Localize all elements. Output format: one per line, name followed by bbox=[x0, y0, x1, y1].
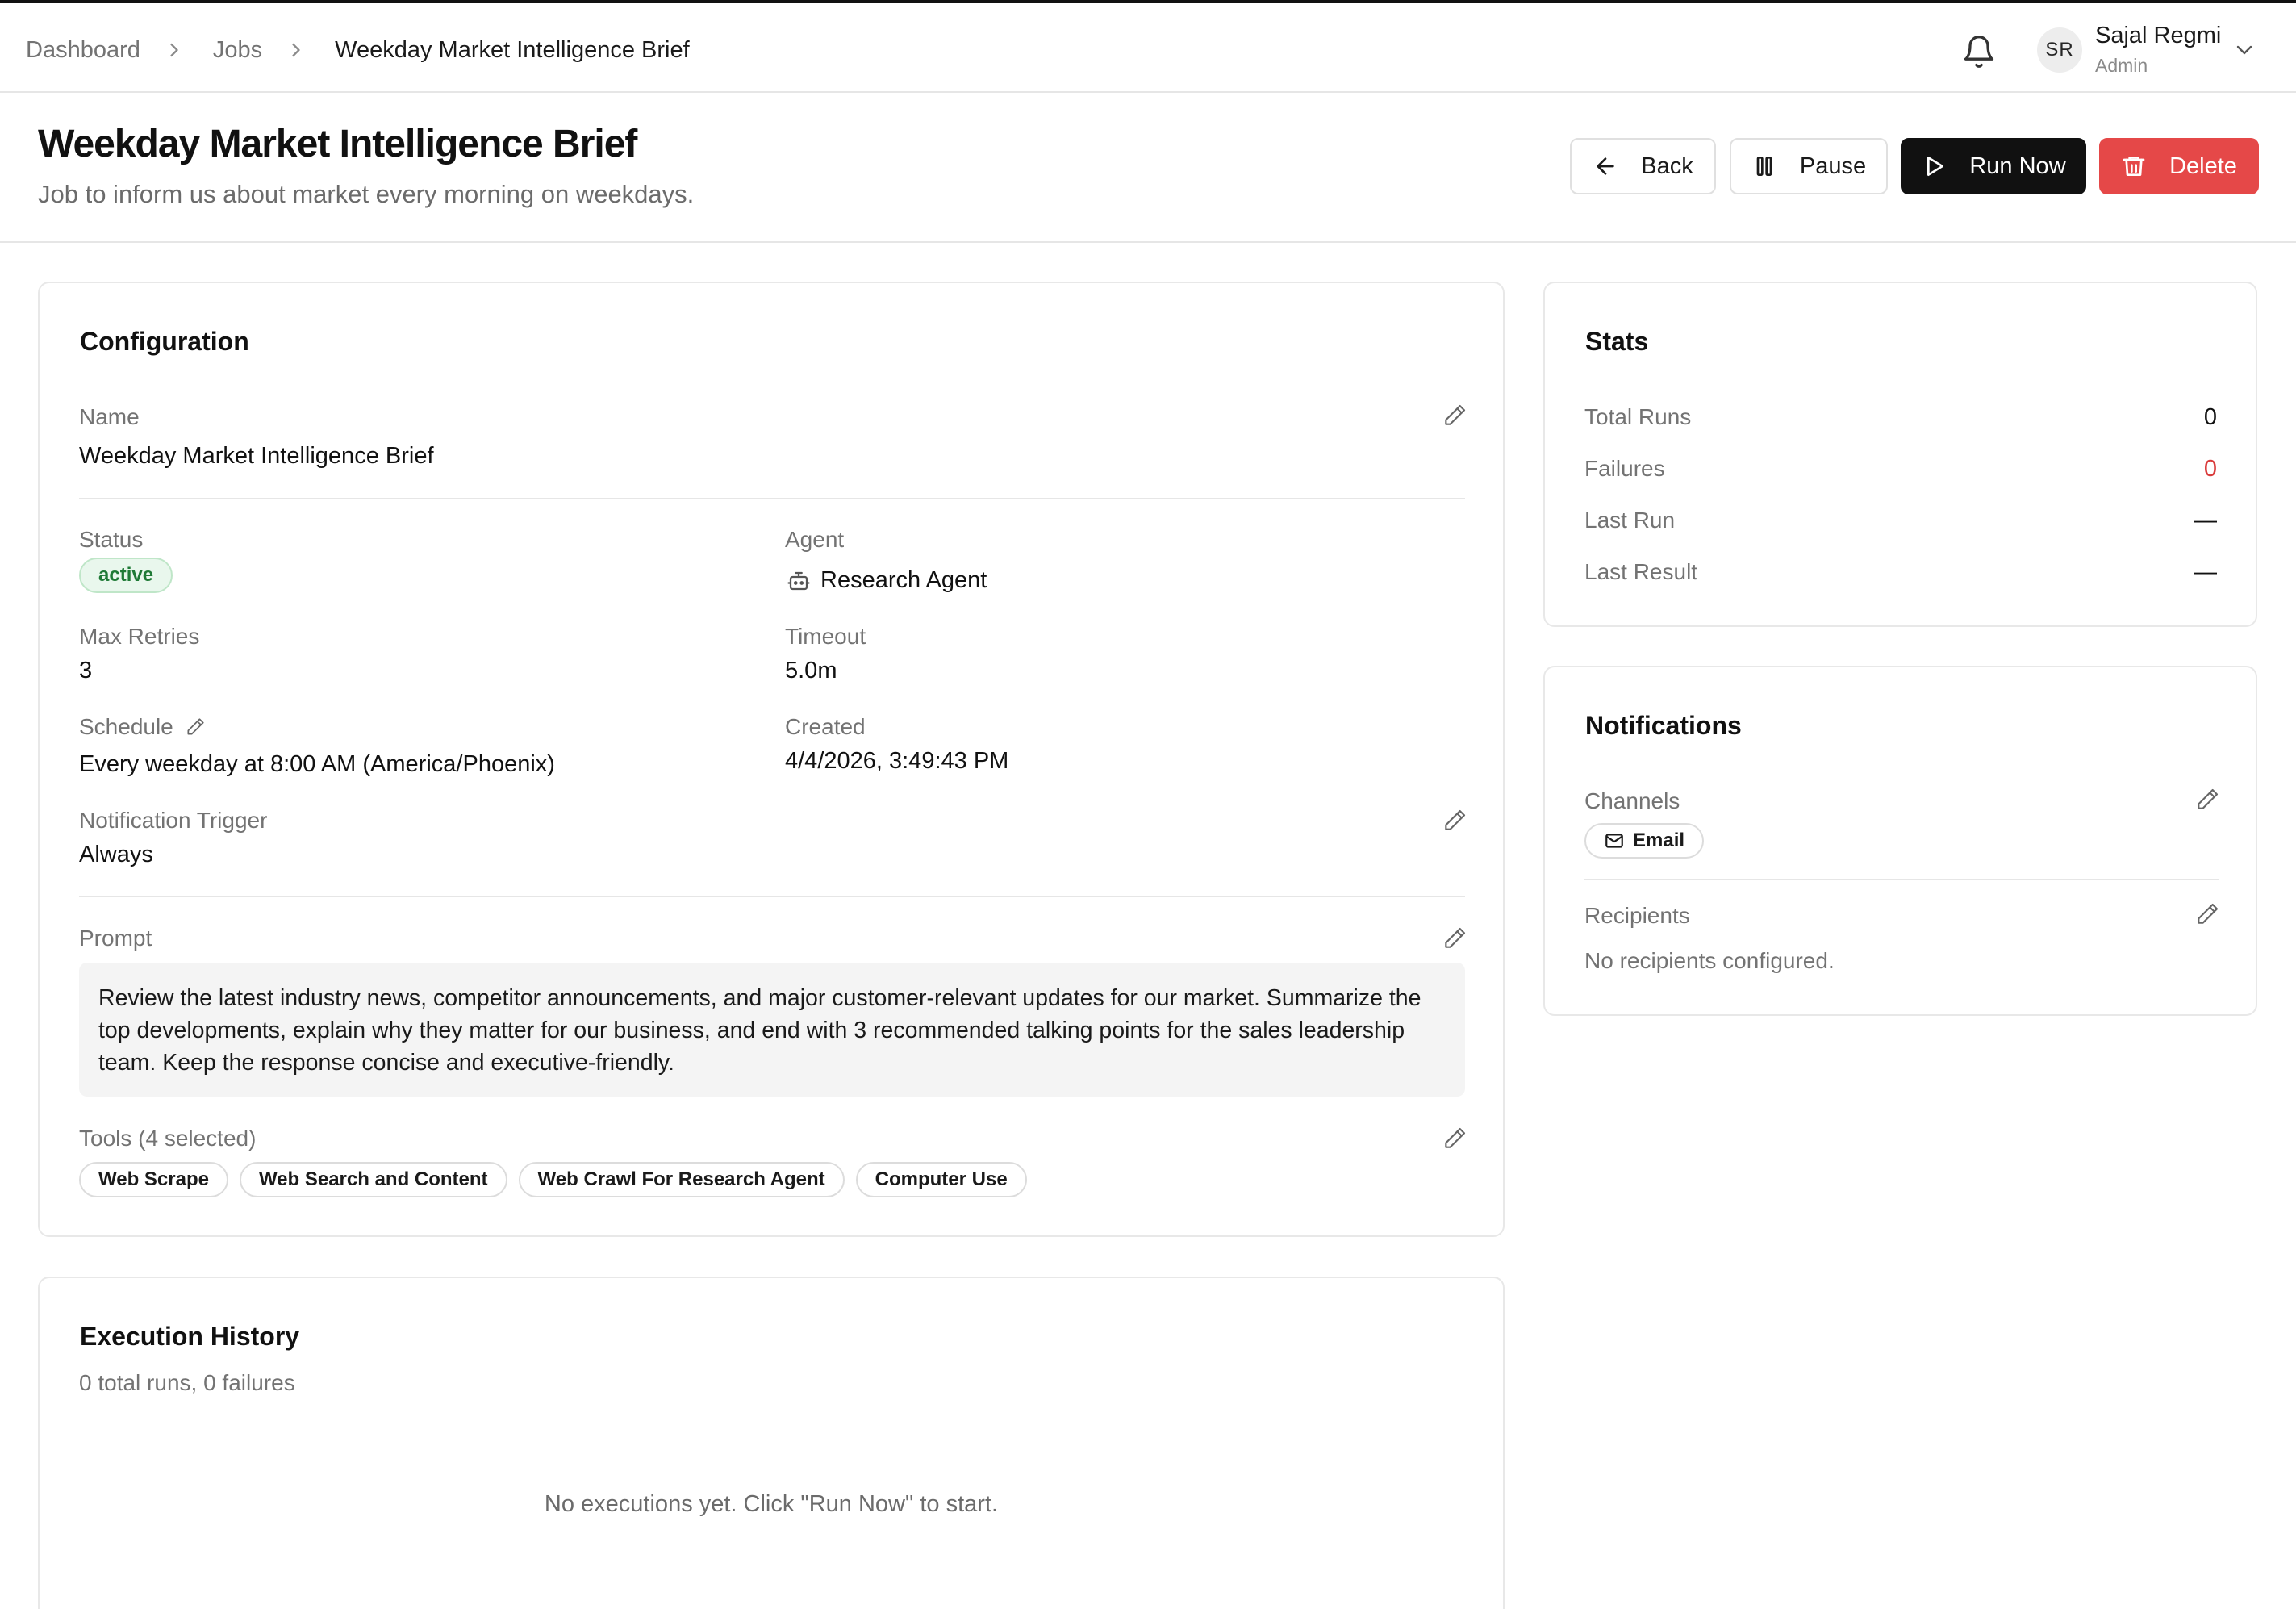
avatar[interactable]: SR bbox=[2037, 27, 2082, 73]
divider bbox=[79, 896, 1465, 897]
notification-trigger-value: Always bbox=[79, 842, 153, 867]
top-bar: Dashboard Jobs Weekday Market Intelligen… bbox=[0, 0, 2296, 93]
back-button[interactable]: Back bbox=[1570, 138, 1716, 194]
pause-icon bbox=[1756, 157, 1772, 176]
stat-failures-label: Failures bbox=[1584, 456, 1665, 481]
trash-icon bbox=[2123, 157, 2145, 176]
stat-last-run-value: — bbox=[2194, 508, 2217, 533]
execution-history-empty: No executions yet. Click "Run Now" to st… bbox=[544, 1491, 999, 1517]
stat-last-run-label: Last Run bbox=[1584, 508, 1676, 533]
mail-icon bbox=[1605, 834, 1623, 848]
name-label: Name bbox=[79, 404, 140, 429]
pause-button[interactable]: Pause bbox=[1730, 138, 1888, 194]
tool-chip: Web Scrape bbox=[79, 1162, 228, 1197]
prompt-label: Prompt bbox=[79, 926, 152, 951]
chevron-right-icon bbox=[163, 39, 186, 61]
delete-button-label: Delete bbox=[2169, 153, 2237, 179]
tools-list: Web Scrape Web Search and Content Web Cr… bbox=[79, 1162, 1038, 1197]
robot-icon bbox=[787, 569, 811, 593]
breadcrumb-jobs[interactable]: Jobs bbox=[213, 32, 262, 68]
tool-chip: Computer Use bbox=[855, 1162, 1027, 1197]
tool-chip: Web Crawl For Research Agent bbox=[518, 1162, 845, 1197]
name-value: Weekday Market Intelligence Brief bbox=[79, 443, 434, 469]
created-label: Created bbox=[785, 714, 866, 739]
status-badge: active bbox=[79, 558, 173, 593]
page-header: Weekday Market Intelligence Brief Job to… bbox=[0, 93, 2296, 243]
bell-icon[interactable] bbox=[1961, 34, 1997, 69]
agent-label: Agent bbox=[785, 527, 845, 552]
created-value: 4/4/2026, 3:49:43 PM bbox=[785, 748, 1009, 774]
tool-chip: Web Search and Content bbox=[239, 1162, 507, 1197]
stats-card: Stats Total Runs 0 Failures 0 Last Run —… bbox=[1543, 282, 2257, 627]
delete-button[interactable]: Delete bbox=[2099, 138, 2259, 194]
execution-history-summary: 0 total runs, 0 failures bbox=[79, 1370, 295, 1395]
edit-recipients-pencil-icon[interactable] bbox=[2194, 901, 2220, 927]
play-icon bbox=[1927, 157, 1944, 176]
edit-tools-pencil-icon[interactable] bbox=[1442, 1126, 1467, 1151]
arrow-left-icon bbox=[1597, 157, 1614, 175]
execution-history-title: Execution History bbox=[80, 1322, 300, 1351]
max-retries-value: 3 bbox=[79, 658, 93, 683]
configuration-title: Configuration bbox=[80, 327, 249, 356]
edit-prompt-pencil-icon[interactable] bbox=[1442, 926, 1467, 951]
stat-total-runs-value: 0 bbox=[2203, 404, 2217, 430]
prompt-text: Review the latest industry news, competi… bbox=[79, 963, 1465, 1097]
page-title: Weekday Market Intelligence Brief bbox=[38, 123, 637, 165]
schedule-label: Schedule bbox=[79, 714, 173, 739]
timeout-label: Timeout bbox=[785, 624, 866, 649]
notifications-title: Notifications bbox=[1585, 711, 1742, 740]
stat-last-result-value: — bbox=[2194, 559, 2217, 585]
notifications-card: Notifications Channels Email Recipients … bbox=[1543, 666, 2257, 1016]
timeout-value: 5.0m bbox=[785, 658, 837, 683]
channel-chip-label: Email bbox=[1633, 830, 1685, 851]
user-name[interactable]: Sajal Regmi bbox=[2095, 23, 2221, 49]
schedule-value: Every weekday at 8:00 AM (America/Phoeni… bbox=[79, 751, 555, 777]
notification-trigger-label: Notification Trigger bbox=[79, 808, 268, 833]
chevron-down-icon[interactable] bbox=[2231, 37, 2257, 63]
stats-title: Stats bbox=[1585, 327, 1649, 356]
edit-schedule-pencil-icon[interactable] bbox=[185, 717, 206, 738]
recipients-value: No recipients configured. bbox=[1584, 948, 1835, 973]
stat-failures-value: 0 bbox=[2203, 456, 2217, 482]
chevron-right-icon bbox=[285, 39, 307, 61]
edit-trigger-pencil-icon[interactable] bbox=[1442, 808, 1467, 834]
status-label: Status bbox=[79, 527, 144, 552]
breadcrumb-current: Weekday Market Intelligence Brief bbox=[335, 37, 690, 63]
breadcrumb-dashboard[interactable]: Dashboard bbox=[26, 32, 140, 68]
run-now-button[interactable]: Run Now bbox=[1901, 138, 2086, 194]
job-detail-page: Dashboard Jobs Weekday Market Intelligen… bbox=[0, 0, 2296, 1609]
back-button-label: Back bbox=[1641, 153, 1693, 179]
run-now-button-label: Run Now bbox=[1969, 153, 2066, 179]
stat-total-runs-label: Total Runs bbox=[1584, 404, 1692, 429]
edit-name-pencil-icon[interactable] bbox=[1442, 403, 1467, 428]
divider bbox=[1584, 879, 2219, 880]
edit-channels-pencil-icon[interactable] bbox=[2194, 787, 2220, 813]
divider bbox=[79, 498, 1465, 499]
max-retries-label: Max Retries bbox=[79, 624, 200, 649]
recipients-label: Recipients bbox=[1584, 903, 1690, 928]
agent-value: Research Agent bbox=[820, 567, 987, 593]
pause-button-label: Pause bbox=[1799, 153, 1867, 179]
stat-last-result-label: Last Result bbox=[1584, 559, 1698, 584]
user-role: Admin bbox=[2095, 55, 2148, 76]
channels-label: Channels bbox=[1584, 788, 1680, 813]
page-subtitle: Job to inform us about market every morn… bbox=[38, 180, 695, 208]
configuration-card: Configuration Name Weekday Market Intell… bbox=[38, 282, 1505, 1237]
breadcrumb: Dashboard Jobs Weekday Market Intelligen… bbox=[26, 32, 690, 68]
tools-label: Tools (4 selected) bbox=[79, 1126, 257, 1151]
execution-history-card: Execution History 0 total runs, 0 failur… bbox=[38, 1277, 1505, 1609]
channel-chip-email: Email bbox=[1584, 823, 1705, 859]
